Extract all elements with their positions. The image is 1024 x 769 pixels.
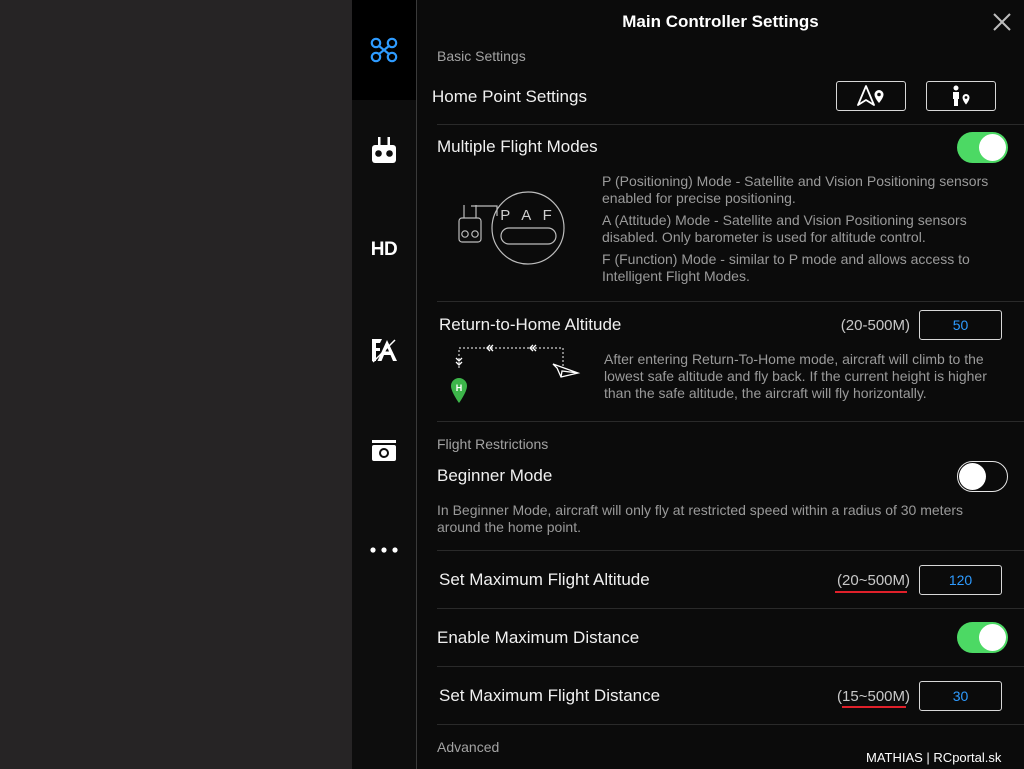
flight-mode-letters: P A F	[500, 207, 556, 224]
row-divider	[437, 724, 1024, 725]
compass-icon	[372, 339, 397, 363]
section-advanced: Advanced	[437, 739, 500, 755]
max-distance-range-annotation	[842, 706, 906, 708]
rth-altitude-label: Return-to-Home Altitude	[439, 315, 622, 334]
row-divider	[437, 666, 1024, 667]
person-location-icon	[953, 85, 970, 106]
a-mode-description: A (Attitude) Mode - Satellite and Vision…	[602, 212, 967, 245]
close-icon[interactable]	[991, 11, 1013, 33]
max-distance-input[interactable]: 30	[919, 681, 1002, 711]
tab-camera[interactable]	[352, 400, 416, 500]
tab-aircraft[interactable]	[352, 0, 416, 100]
home-point-aircraft-button[interactable]	[836, 81, 906, 111]
row-divider	[437, 124, 1024, 125]
settings-sidebar: HD	[352, 0, 416, 769]
hd-icon: HD	[370, 239, 398, 260]
beginner-mode-label: Beginner Mode	[437, 466, 553, 485]
home-point-settings-label: Home Point Settings	[432, 87, 587, 106]
home-marker-icon: H	[456, 383, 463, 393]
rth-altitude-description: After entering Return-To-Home mode, airc…	[604, 351, 987, 401]
max-altitude-input[interactable]: 120	[919, 565, 1002, 595]
flight-mode-switch-illustration: P A F	[458, 191, 565, 265]
enable-max-distance-label: Enable Maximum Distance	[437, 628, 640, 647]
tab-remote-controller[interactable]	[352, 100, 416, 200]
home-point-person-button[interactable]	[926, 81, 996, 111]
tab-more[interactable]	[352, 500, 416, 600]
camera-icon	[372, 440, 396, 461]
max-altitude-range-annotation	[835, 591, 907, 593]
beginner-mode-description: In Beginner Mode, aircraft will only fly…	[437, 502, 964, 535]
section-basic-settings: Basic Settings	[437, 48, 526, 64]
page-title: Main Controller Settings	[622, 12, 819, 31]
multiple-flight-modes-toggle[interactable]	[957, 132, 1008, 163]
row-divider	[437, 301, 1024, 302]
drone-icon	[370, 37, 398, 63]
enable-max-distance-toggle[interactable]	[957, 622, 1008, 653]
aircraft-location-icon	[857, 85, 884, 106]
max-altitude-range: (20~500M)	[837, 572, 910, 589]
row-divider	[437, 608, 1024, 609]
tab-hd-transmission[interactable]: HD	[352, 200, 416, 300]
row-divider	[437, 421, 1024, 422]
rth-altitude-input[interactable]: 50	[919, 310, 1002, 340]
toggle-knob	[979, 134, 1006, 161]
row-divider	[437, 550, 1024, 551]
p-mode-description: P (Positioning) Mode - Satellite and Vis…	[602, 173, 989, 206]
section-flight-restrictions: Flight Restrictions	[437, 436, 549, 452]
remote-controller-icon	[372, 137, 396, 163]
more-icon	[370, 547, 398, 553]
watermark: MATHIAS | RCportal.sk	[866, 750, 1002, 765]
multiple-flight-modes-label: Multiple Flight Modes	[437, 137, 598, 156]
max-altitude-label: Set Maximum Flight Altitude	[439, 570, 650, 589]
toggle-knob	[979, 624, 1006, 651]
max-distance-label: Set Maximum Flight Distance	[439, 686, 661, 705]
max-distance-range: (15~500M)	[837, 688, 910, 705]
tab-calibration[interactable]	[352, 300, 416, 400]
main-controller-settings-panel: Main Controller Settings Basic Settings …	[417, 0, 1024, 769]
toggle-knob	[959, 462, 986, 490]
rth-altitude-range: (20-500M)	[840, 317, 910, 334]
map-backdrop	[0, 0, 352, 769]
beginner-mode-toggle[interactable]	[957, 461, 1008, 492]
f-mode-description: F (Function) Mode - similar to P mode an…	[602, 251, 970, 284]
rth-path-illustration: H	[451, 344, 581, 403]
